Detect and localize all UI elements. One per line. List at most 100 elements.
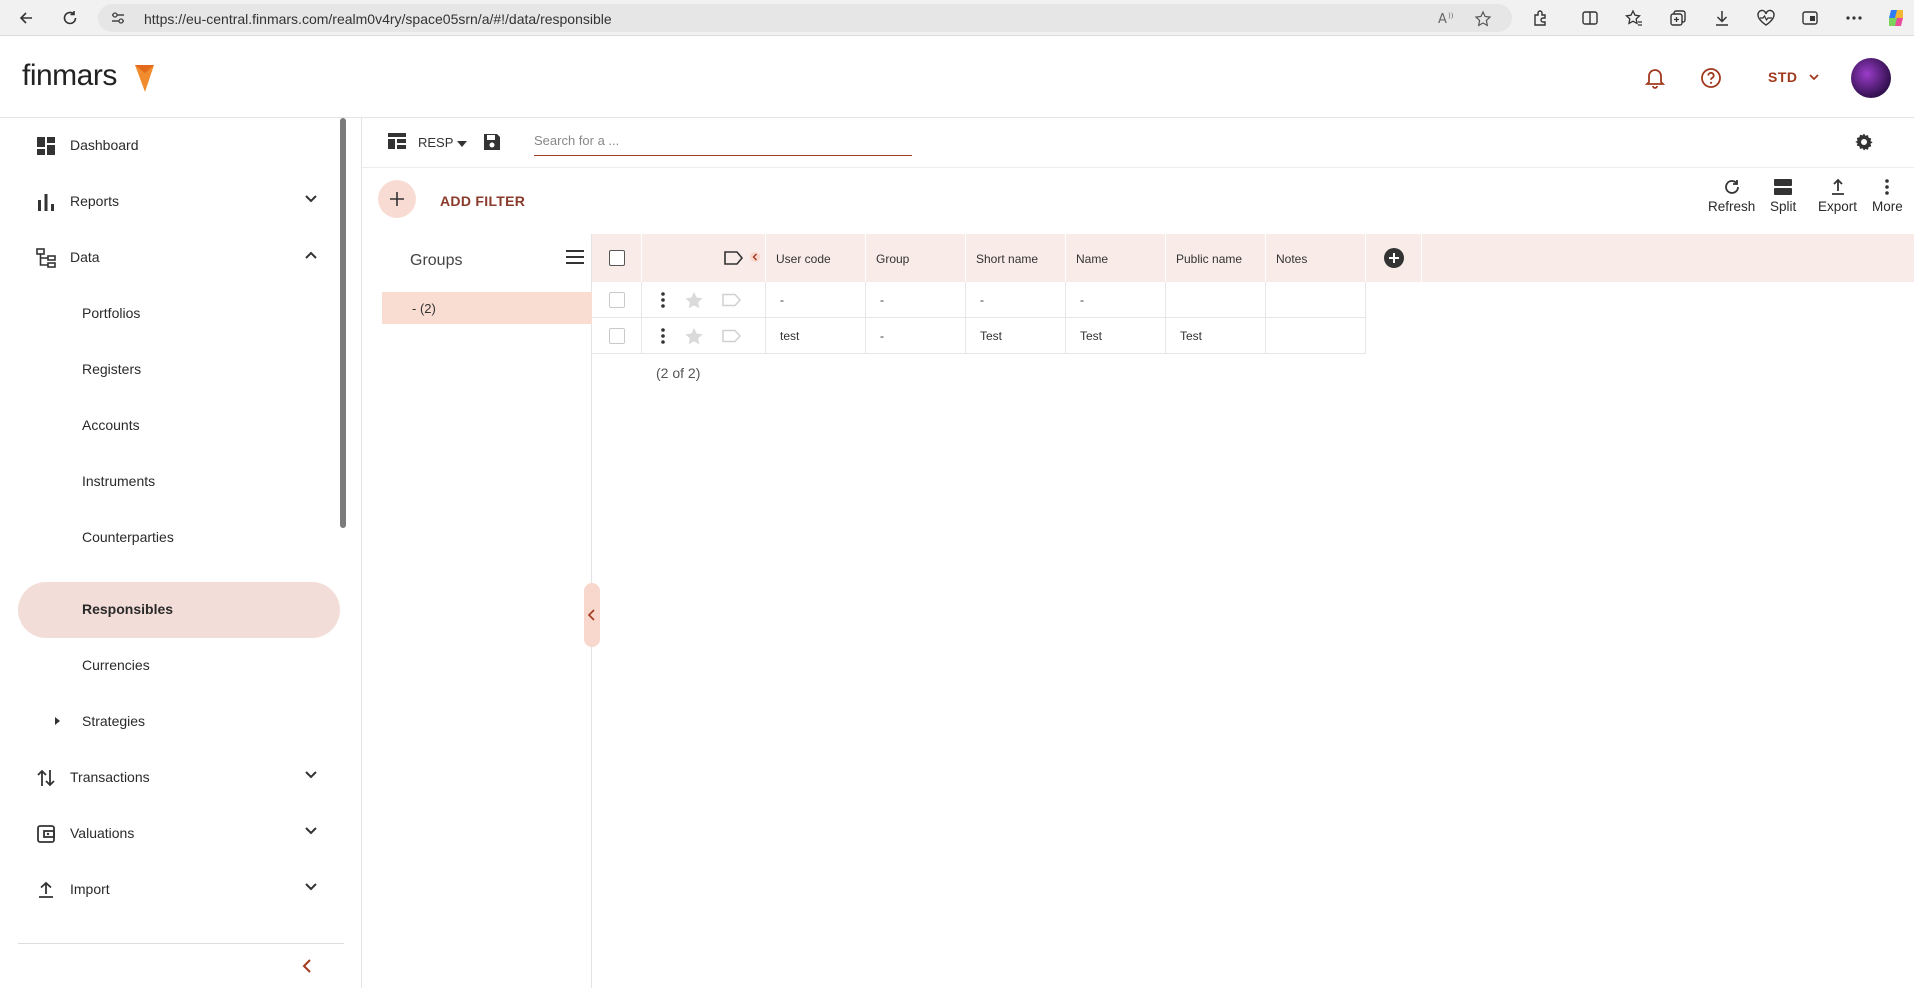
sidebar-item-dashboard[interactable]: Dashboard [18, 118, 340, 174]
tag-label-icon[interactable] [724, 250, 744, 266]
cell-text: test [780, 329, 800, 343]
select-all-checkbox[interactable] [609, 250, 625, 266]
favorites-icon[interactable] [1622, 6, 1646, 30]
performance-heart-icon[interactable] [1754, 6, 1778, 30]
sidebar-item-instruments[interactable]: Instruments [18, 454, 340, 510]
groups-pane: Groups - (2) [362, 234, 592, 988]
group-row[interactable]: - (2) [382, 292, 592, 324]
row-checkbox[interactable] [609, 328, 625, 344]
sidebar-item-transactions[interactable]: Transactions [18, 750, 340, 806]
reload-icon[interactable] [58, 6, 82, 30]
save-layout-icon[interactable] [482, 132, 502, 152]
help-icon[interactable] [1698, 65, 1724, 91]
chevron-left-icon[interactable] [750, 251, 760, 263]
collections-icon[interactable] [1666, 6, 1690, 30]
column-header-group[interactable]: Group [866, 234, 966, 282]
cell-text: - [880, 293, 884, 307]
tag-label-icon[interactable] [722, 293, 742, 307]
sidebar-item-strategies[interactable]: Strategies [18, 694, 340, 750]
notifications-bell-icon[interactable] [1642, 65, 1668, 91]
sidebar-item-label: Portfolios [82, 305, 141, 321]
caret-down-icon[interactable] [456, 140, 468, 148]
sidebar: Dashboard Reports Data Portfolios Regist… [0, 118, 362, 988]
chevron-down-icon[interactable] [1808, 72, 1820, 82]
sidebar-item-registers[interactable]: Registers [18, 342, 340, 398]
cell-group: - [866, 282, 966, 318]
more-button[interactable]: More [1872, 178, 1903, 214]
chevron-up-icon[interactable] [304, 250, 318, 260]
sidebar-item-counterparties[interactable]: Counterparties [18, 510, 340, 566]
more-vertical-icon [1885, 179, 1890, 195]
layout-name[interactable]: RESP [418, 135, 453, 150]
split-screen-icon[interactable] [1578, 6, 1602, 30]
sidebar-item-reports[interactable]: Reports [18, 174, 340, 230]
add-filter-button[interactable] [378, 180, 416, 218]
column-header-notes[interactable]: Notes [1266, 234, 1366, 282]
svg-text:A: A [1438, 12, 1447, 26]
downloads-icon[interactable] [1710, 6, 1734, 30]
sidebar-item-label: Dashboard [70, 137, 139, 153]
user-avatar[interactable] [1851, 58, 1891, 98]
chevron-down-icon[interactable] [304, 770, 318, 780]
row-menu-icon[interactable] [660, 292, 666, 308]
chevron-down-icon[interactable] [304, 882, 318, 892]
address-bar[interactable]: https://eu-central.finmars.com/realm0v4r… [98, 4, 1512, 32]
search-input[interactable] [534, 126, 912, 154]
dashboard-icon [37, 137, 55, 155]
sidebar-item-accounts[interactable]: Accounts [18, 398, 340, 454]
caret-right-icon[interactable] [54, 716, 62, 726]
logo[interactable]: finmars [22, 59, 117, 93]
column-header-user-code[interactable]: User code [766, 234, 866, 282]
refresh-label: Refresh [1708, 199, 1756, 214]
favorite-star-icon[interactable] [684, 291, 704, 309]
sidebar-item-data[interactable]: Data [18, 230, 340, 286]
row-checkbox[interactable] [609, 292, 625, 308]
environment-selector[interactable]: STD [1768, 69, 1798, 85]
row-count: (2 of 2) [656, 365, 701, 381]
settings-gear-icon[interactable] [1854, 132, 1874, 152]
cell-group: - [866, 318, 966, 354]
table-row[interactable]: test - Test Test Test [592, 318, 1366, 354]
chevron-down-icon[interactable] [304, 194, 318, 204]
add-column-cell [1366, 234, 1422, 282]
layout-selector[interactable] [388, 133, 406, 149]
back-icon[interactable] [14, 6, 38, 30]
hamburger-menu-icon[interactable] [566, 250, 584, 264]
sidebar-item-portfolios[interactable]: Portfolios [18, 286, 340, 342]
browser-essentials-icon[interactable] [1798, 6, 1822, 30]
copilot-icon[interactable] [1884, 6, 1908, 30]
add-filter-label[interactable]: ADD FILTER [440, 193, 525, 209]
tag-label-icon[interactable] [722, 329, 742, 343]
table-row[interactable]: - - - - [592, 282, 1366, 318]
column-header-short-name[interactable]: Short name [966, 234, 1066, 282]
sidebar-item-currencies[interactable]: Currencies [18, 638, 340, 694]
app-header: finmars STD [0, 37, 1914, 118]
column-header-label: Group [876, 252, 910, 266]
extensions-icon[interactable] [1528, 6, 1552, 30]
row-menu-icon[interactable] [660, 328, 666, 344]
column-header-label: User code [776, 252, 831, 266]
favorite-star-icon[interactable] [684, 327, 704, 345]
sidebar-scrollbar[interactable] [340, 118, 346, 528]
column-header-name[interactable]: Name [1066, 234, 1166, 282]
read-aloud-icon[interactable]: A)) [1438, 10, 1456, 31]
export-button[interactable]: Export [1818, 178, 1857, 214]
groups-title: Groups [410, 252, 463, 269]
favorite-star-icon[interactable] [1474, 10, 1492, 33]
site-info-icon[interactable] [110, 11, 126, 30]
cell-text: Test [1180, 329, 1203, 343]
groups-pane-toggle[interactable] [584, 583, 600, 647]
cell-user-code: - [766, 282, 866, 318]
collapse-sidebar-icon[interactable] [300, 958, 314, 974]
row-actions-cell [642, 318, 766, 354]
column-header-public-name[interactable]: Public name [1166, 234, 1266, 282]
search-field[interactable] [534, 126, 912, 156]
sidebar-item-import[interactable]: Import [18, 862, 340, 918]
chevron-down-icon[interactable] [304, 826, 318, 836]
sidebar-item-valuations[interactable]: Valuations [18, 806, 340, 862]
split-button[interactable]: Split [1770, 178, 1796, 214]
browser-menu-icon[interactable] [1842, 6, 1866, 30]
sidebar-item-responsibles[interactable]: Responsibles [18, 582, 340, 638]
add-column-icon[interactable] [1384, 248, 1404, 268]
refresh-button[interactable]: Refresh [1708, 178, 1755, 214]
